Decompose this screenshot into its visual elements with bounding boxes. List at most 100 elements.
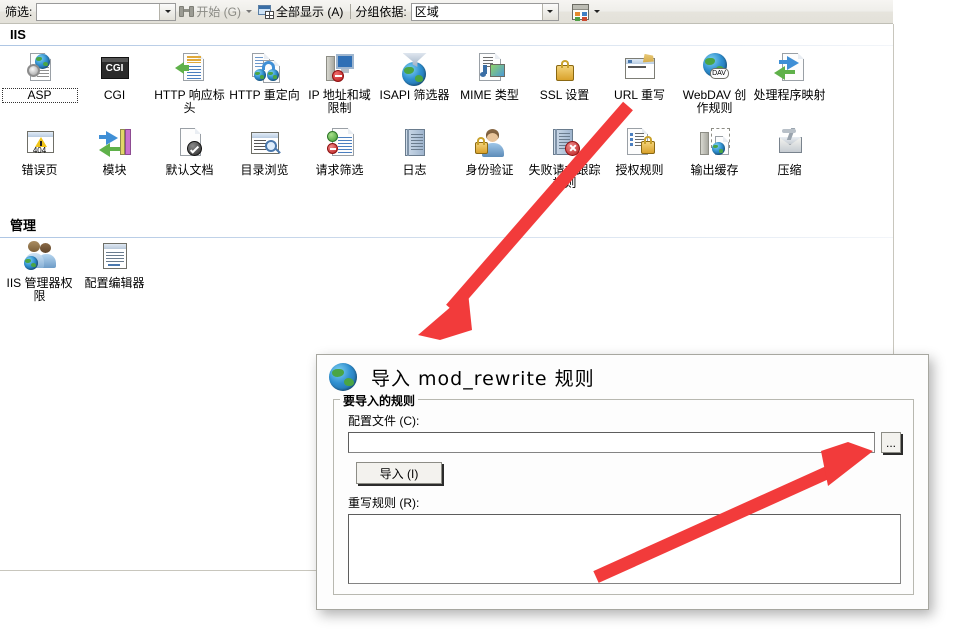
- section-title: IIS: [10, 27, 26, 42]
- go-button[interactable]: 开始 (G): [176, 2, 255, 22]
- output-caching-icon: [698, 127, 732, 161]
- dialog-title: 导入 mod_rewrite 规则: [371, 367, 595, 390]
- feature-item-label: 输出缓存: [690, 163, 739, 177]
- section-title: 管理: [10, 218, 37, 233]
- feature-item-directory-browsing[interactable]: 目录浏览: [227, 127, 302, 190]
- view-mode-icon: [571, 3, 589, 21]
- feature-item-label: URL 重写: [614, 88, 665, 102]
- group-by-select[interactable]: 区域: [410, 2, 559, 21]
- feature-item-iis-manager-permissions[interactable]: IIS 管理器权限: [2, 240, 77, 303]
- feature-item-label: MIME 类型: [460, 88, 519, 102]
- go-dropdown-icon[interactable]: [246, 10, 253, 13]
- feature-item-output-caching[interactable]: 输出缓存: [677, 127, 752, 190]
- feature-item-label: ASP: [1, 88, 78, 103]
- section-header-management: 管理: [0, 212, 893, 238]
- feature-item-handler-mappings[interactable]: 处理程序映射: [752, 52, 827, 115]
- feature-row: 404 错误页 模块 默认文档 目录浏览 请求筛选 日志 身份验证 失败请求跟踪规则 授权规则 输出…: [2, 127, 827, 190]
- directory-browsing-icon: [248, 127, 282, 161]
- feature-item-error-pages[interactable]: 404 错误页: [2, 127, 77, 190]
- view-mode-dropdown-icon[interactable]: [593, 10, 600, 13]
- authorization-rules-icon: [623, 127, 657, 161]
- show-all-icon: [258, 4, 275, 19]
- handler-mappings-icon: [773, 52, 807, 86]
- feature-item-http-response-headers[interactable]: HTTP 响应标头: [152, 52, 227, 115]
- go-button-label: 开始 (G): [196, 5, 242, 19]
- feature-row: ASP CGI CGI HTTP 响应标头 HTTP 重定向 IP 地址和域限制 ISAPI…: [1, 52, 827, 115]
- rewrite-rules-textarea[interactable]: [348, 514, 901, 584]
- feature-item-label: 模块: [102, 163, 127, 177]
- feature-item-ip-address-domain-restrictions[interactable]: IP 地址和域限制: [302, 52, 377, 115]
- feature-item-label: 目录浏览: [240, 163, 289, 177]
- modules-icon: [98, 127, 132, 161]
- chevron-down-icon[interactable]: [159, 3, 176, 20]
- feature-item-asp[interactable]: ASP: [1, 52, 78, 115]
- failed-request-tracing-rules-icon: [548, 127, 582, 161]
- section-divider: [0, 237, 893, 238]
- webdav-authoring-rules-icon: DAV: [698, 52, 732, 86]
- rules-to-import-group: 要导入的规则 配置文件 (C): ... 导入 (I) 重写规则 (R):: [333, 392, 914, 595]
- config-file-label: 配置文件 (C):: [348, 414, 420, 428]
- feature-item-cgi[interactable]: CGI CGI: [77, 52, 152, 115]
- feature-item-mime-types[interactable]: MIME 类型: [452, 52, 527, 115]
- filter-toolbar: 筛选: 开始 (G) 全部显示 (A) 分组依据: 区域: [0, 0, 893, 24]
- ssl-settings-icon: [548, 52, 582, 86]
- feature-item-label: SSL 设置: [539, 88, 590, 102]
- feature-item-webdav-authoring-rules[interactable]: DAV WebDAV 创作规则: [677, 52, 752, 115]
- feature-item-label: ISAPI 筛选器: [379, 88, 450, 102]
- import-mod-rewrite-rules-dialog: 导入 mod_rewrite 规则 要导入的规则 配置文件 (C): ... 导…: [316, 354, 929, 610]
- feature-item-label: IP 地址和域限制: [308, 88, 371, 115]
- feature-item-modules[interactable]: 模块: [77, 127, 152, 190]
- browse-button[interactable]: ...: [881, 432, 901, 453]
- rewrite-rules-value: [349, 515, 900, 521]
- feature-row: IIS 管理器权限 配置编辑器: [2, 240, 152, 303]
- filter-input[interactable]: [36, 2, 177, 21]
- compression-icon: [773, 127, 807, 161]
- feature-item-default-document[interactable]: 默认文档: [152, 127, 227, 190]
- feature-item-label: 压缩: [777, 163, 802, 177]
- show-all-button[interactable]: 全部显示 (A): [255, 2, 346, 22]
- authentication-icon: [473, 127, 507, 161]
- feature-item-label: 失败请求跟踪规则: [528, 163, 601, 190]
- config-file-input[interactable]: [348, 432, 875, 453]
- request-filtering-icon: [323, 127, 357, 161]
- cgi-icon: CGI: [98, 52, 132, 86]
- logging-icon: [398, 127, 432, 161]
- feature-item-failed-request-tracing-rules[interactable]: 失败请求跟踪规则: [527, 127, 602, 190]
- globe-icon: [329, 363, 357, 391]
- feature-item-configuration-editor[interactable]: 配置编辑器: [77, 240, 152, 303]
- group-by-label: 分组依据:: [355, 5, 407, 19]
- feature-item-url-rewrite[interactable]: URL 重写: [602, 52, 677, 115]
- ip-address-domain-restrictions-icon: [323, 52, 357, 86]
- feature-item-label: CGI: [103, 88, 126, 102]
- section-divider: [0, 45, 893, 46]
- feature-item-authentication[interactable]: 身份验证: [452, 127, 527, 190]
- default-document-icon: [173, 127, 207, 161]
- iis-manager-permissions-icon: [23, 240, 57, 274]
- toolbar-divider: [350, 4, 352, 19]
- feature-item-isapi-filters[interactable]: ISAPI 筛选器: [377, 52, 452, 115]
- url-rewrite-icon: [623, 52, 657, 86]
- chevron-down-icon[interactable]: [541, 3, 558, 20]
- feature-item-ssl-settings[interactable]: SSL 设置: [527, 52, 602, 115]
- dialog-title-bar: 导入 mod_rewrite 规则: [317, 355, 928, 395]
- binoculars-icon: [179, 5, 195, 18]
- feature-item-label: 请求筛选: [315, 163, 364, 177]
- group-by-value: 区域: [414, 5, 439, 19]
- feature-item-label: 身份验证: [465, 163, 514, 177]
- import-button-label: 导入 (I): [379, 466, 419, 481]
- feature-item-label: WebDAV 创作规则: [682, 88, 747, 115]
- feature-item-authorization-rules[interactable]: 授权规则: [602, 127, 677, 190]
- isapi-filters-icon: [398, 52, 432, 86]
- feature-item-compression[interactable]: 压缩: [752, 127, 827, 190]
- feature-item-label: 默认文档: [165, 163, 214, 177]
- config-file-value: [349, 433, 874, 439]
- feature-item-label: 错误页: [21, 163, 58, 177]
- http-redirect-icon: [248, 52, 282, 86]
- feature-item-logging[interactable]: 日志: [377, 127, 452, 190]
- feature-item-http-redirect[interactable]: HTTP 重定向: [227, 52, 302, 115]
- filter-label: 筛选:: [5, 5, 33, 19]
- view-mode-button[interactable]: [569, 2, 603, 22]
- rewrite-rules-label: 重写规则 (R):: [348, 496, 420, 510]
- import-button[interactable]: 导入 (I): [356, 462, 442, 484]
- feature-item-request-filtering[interactable]: 请求筛选: [302, 127, 377, 190]
